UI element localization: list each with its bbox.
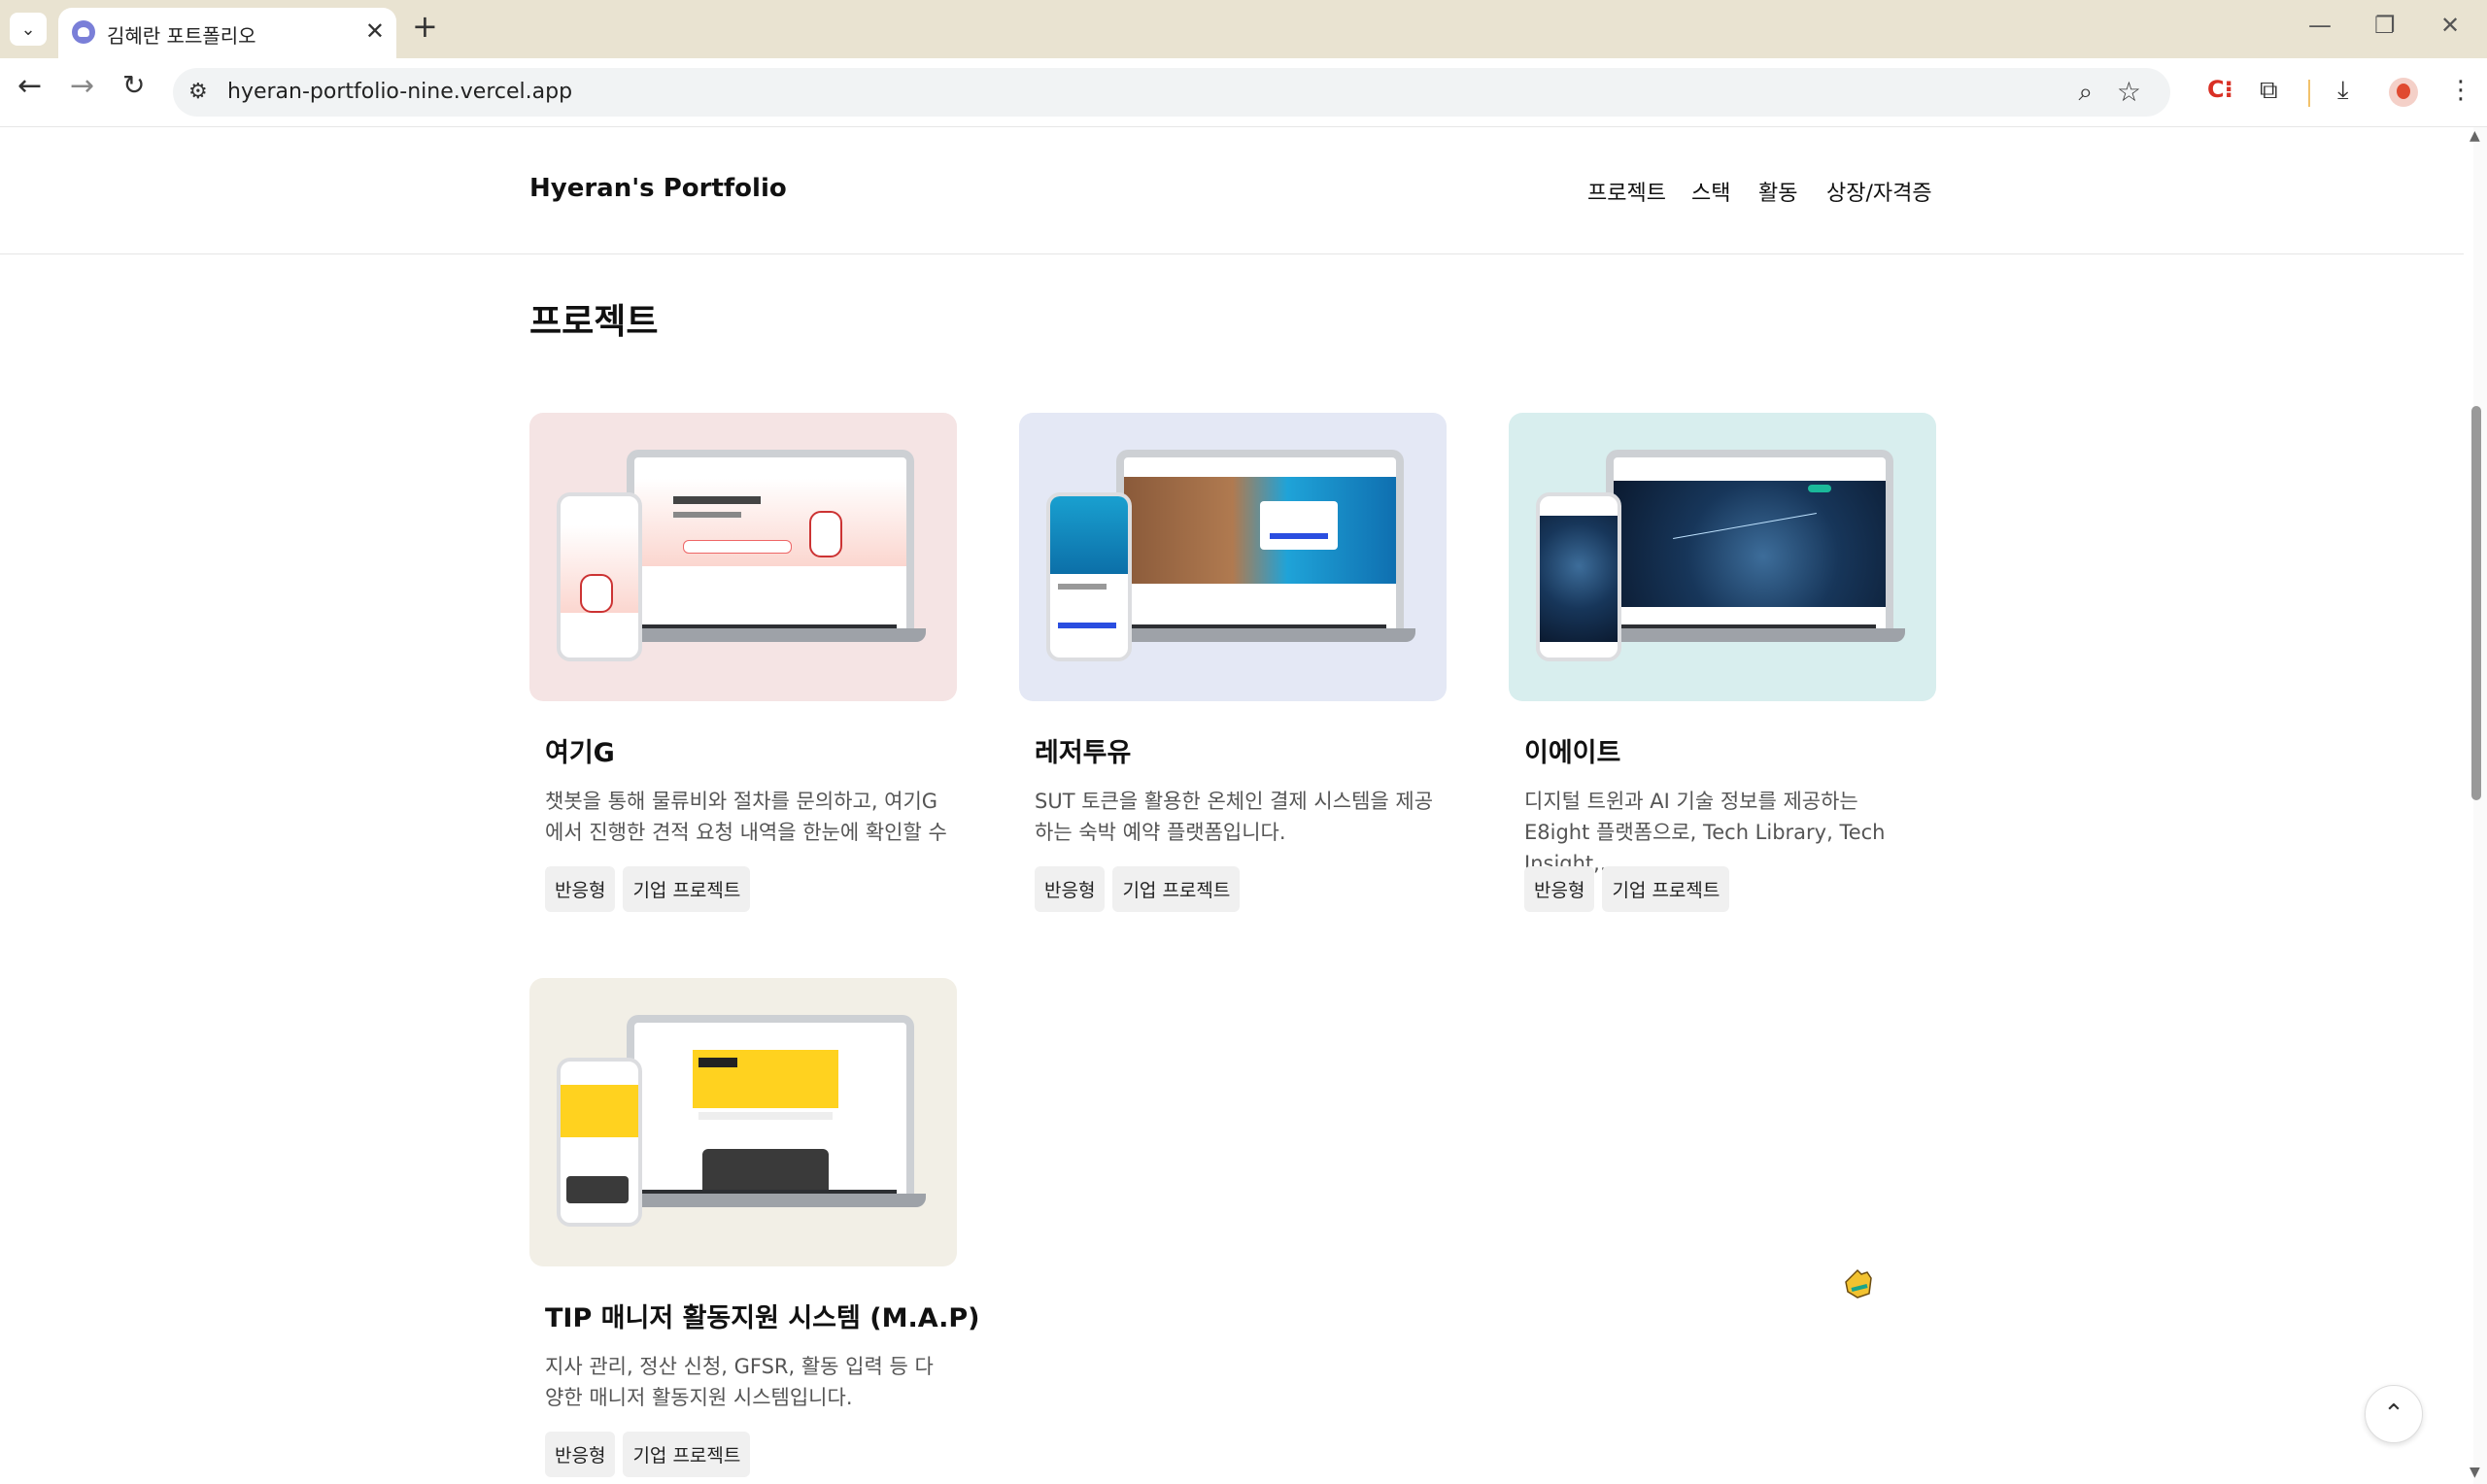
nav-projects[interactable]: 프로젝트: [1587, 176, 1666, 207]
tag-company-project: 기업 프로젝트: [623, 1432, 751, 1477]
close-icon[interactable]: ✕: [365, 17, 385, 45]
tab-search-button[interactable]: ⌄: [10, 13, 47, 46]
tag-list: 반응형 기업 프로젝트: [1035, 866, 1241, 912]
zoom-icon[interactable]: ⌕: [2078, 78, 2093, 108]
window-close-icon[interactable]: ✕: [2440, 12, 2460, 39]
tag-list: 반응형 기업 프로젝트: [1524, 866, 1730, 912]
section-title: 프로젝트: [529, 302, 659, 342]
tag-responsive: 반응형: [545, 1432, 616, 1477]
project-description: 지사 관리, 정산 신청, GFSR, 활동 입력 등 다양한 매니저 활동지원…: [545, 1355, 934, 1409]
site-logo[interactable]: Hyeran's Portfolio: [529, 174, 787, 203]
tag-list: 반응형 기업 프로젝트: [545, 866, 751, 912]
laptop-mockup: [1116, 450, 1404, 628]
favicon-icon: [72, 20, 95, 44]
browser-toolbar: ← → ↻ ⚙ hyeran-portfolio-nine.vercel.app…: [0, 58, 2487, 127]
tag-responsive: 반응형: [1035, 866, 1106, 912]
puzzle-extensions-icon[interactable]: ⧉: [2260, 78, 2278, 103]
download-icon[interactable]: ⤓: [2337, 78, 2349, 103]
project-description: 디지털 트윈과 AI 기술 정보를 제공하는 E8ight 플랫폼으로, Tec…: [1524, 790, 1886, 875]
phone-mockup: [1046, 492, 1132, 661]
profile-avatar[interactable]: [2389, 78, 2418, 107]
tag-responsive: 반응형: [1524, 866, 1595, 912]
chevron-up-icon: ⌃: [2383, 1400, 2404, 1429]
url-text[interactable]: hyeran-portfolio-nine.vercel.app: [227, 80, 572, 104]
laptop-mockup: [627, 450, 914, 628]
site-info-icon[interactable]: ⚙: [188, 80, 208, 104]
phone-mockup: [557, 1058, 642, 1227]
laptop-mockup: [627, 1015, 914, 1194]
scroll-to-top-button[interactable]: ⌃: [2365, 1385, 2423, 1443]
project-title: 이에이트: [1524, 738, 1621, 768]
scrollbar-thumb[interactable]: [2471, 406, 2481, 800]
bookmark-star-icon[interactable]: ☆: [2117, 76, 2141, 108]
browser-tab[interactable]: 김혜란 포트폴리오 ✕: [58, 8, 396, 58]
site-header: Hyeran's Portfolio 프로젝트 스택 활동 상장/자격증: [0, 127, 2464, 254]
forward-arrow-icon[interactable]: →: [70, 72, 94, 101]
tag-responsive: 반응형: [545, 866, 616, 912]
project-description: SUT 토큰을 활용한 온체인 결제 시스템을 제공하는 숙박 예약 플랫폼입니…: [1035, 790, 1434, 844]
scroll-up-arrow-icon[interactable]: ▲: [2470, 128, 2480, 144]
nav-awards[interactable]: 상장/자격증: [1826, 176, 1932, 207]
phone-mockup: [1536, 492, 1621, 661]
tag-company-project: 기업 프로젝트: [1602, 866, 1730, 912]
project-title: 여기G: [545, 738, 615, 768]
project-thumbnail[interactable]: [529, 413, 957, 701]
phone-mockup: [557, 492, 642, 661]
chevron-down-icon: ⌄: [20, 18, 36, 40]
browser-tab-bar: ⌄ 김혜란 포트폴리오 ✕ + — ❐ ✕: [0, 0, 2487, 58]
nav-stack[interactable]: 스택: [1691, 176, 1730, 207]
minimize-icon[interactable]: —: [2308, 12, 2332, 39]
project-title: 레저투유: [1035, 738, 1132, 768]
project-description: 챗봇을 통해 물류비와 절차를 문의하고, 여기G에서 진행한 견적 요청 내역…: [545, 790, 947, 875]
project-thumbnail[interactable]: [529, 978, 957, 1266]
nav-activity[interactable]: 활동: [1758, 176, 1797, 207]
tab-title: 김혜란 포트폴리오: [107, 24, 256, 48]
hand-cursor-icon: [1845, 1268, 1872, 1298]
new-tab-plus-icon[interactable]: +: [412, 11, 438, 42]
extension-c-icon[interactable]: C⁝: [2207, 78, 2233, 101]
laptop-mockup: [1606, 450, 1893, 628]
tag-company-project: 기업 프로젝트: [1112, 866, 1241, 912]
kebab-menu-icon[interactable]: ⋮: [2448, 78, 2473, 103]
page-scrollbar[interactable]: [2473, 127, 2487, 1484]
project-title: TIP 매니저 활동지원 시스템 (M.A.P): [545, 1303, 980, 1333]
restore-icon[interactable]: ❐: [2374, 12, 2396, 39]
tag-list: 반응형 기업 프로젝트: [545, 1432, 751, 1477]
toolbar-divider: [2308, 80, 2310, 107]
project-thumbnail[interactable]: [1509, 413, 1936, 701]
project-thumbnail[interactable]: [1019, 413, 1447, 701]
address-bar[interactable]: ⚙ hyeran-portfolio-nine.vercel.app ⌕ ☆: [173, 68, 2170, 117]
tag-company-project: 기업 프로젝트: [623, 866, 751, 912]
scroll-down-arrow-icon[interactable]: ▼: [2470, 1465, 2480, 1480]
reload-icon[interactable]: ↻: [122, 72, 145, 99]
back-arrow-icon[interactable]: ←: [17, 72, 42, 101]
